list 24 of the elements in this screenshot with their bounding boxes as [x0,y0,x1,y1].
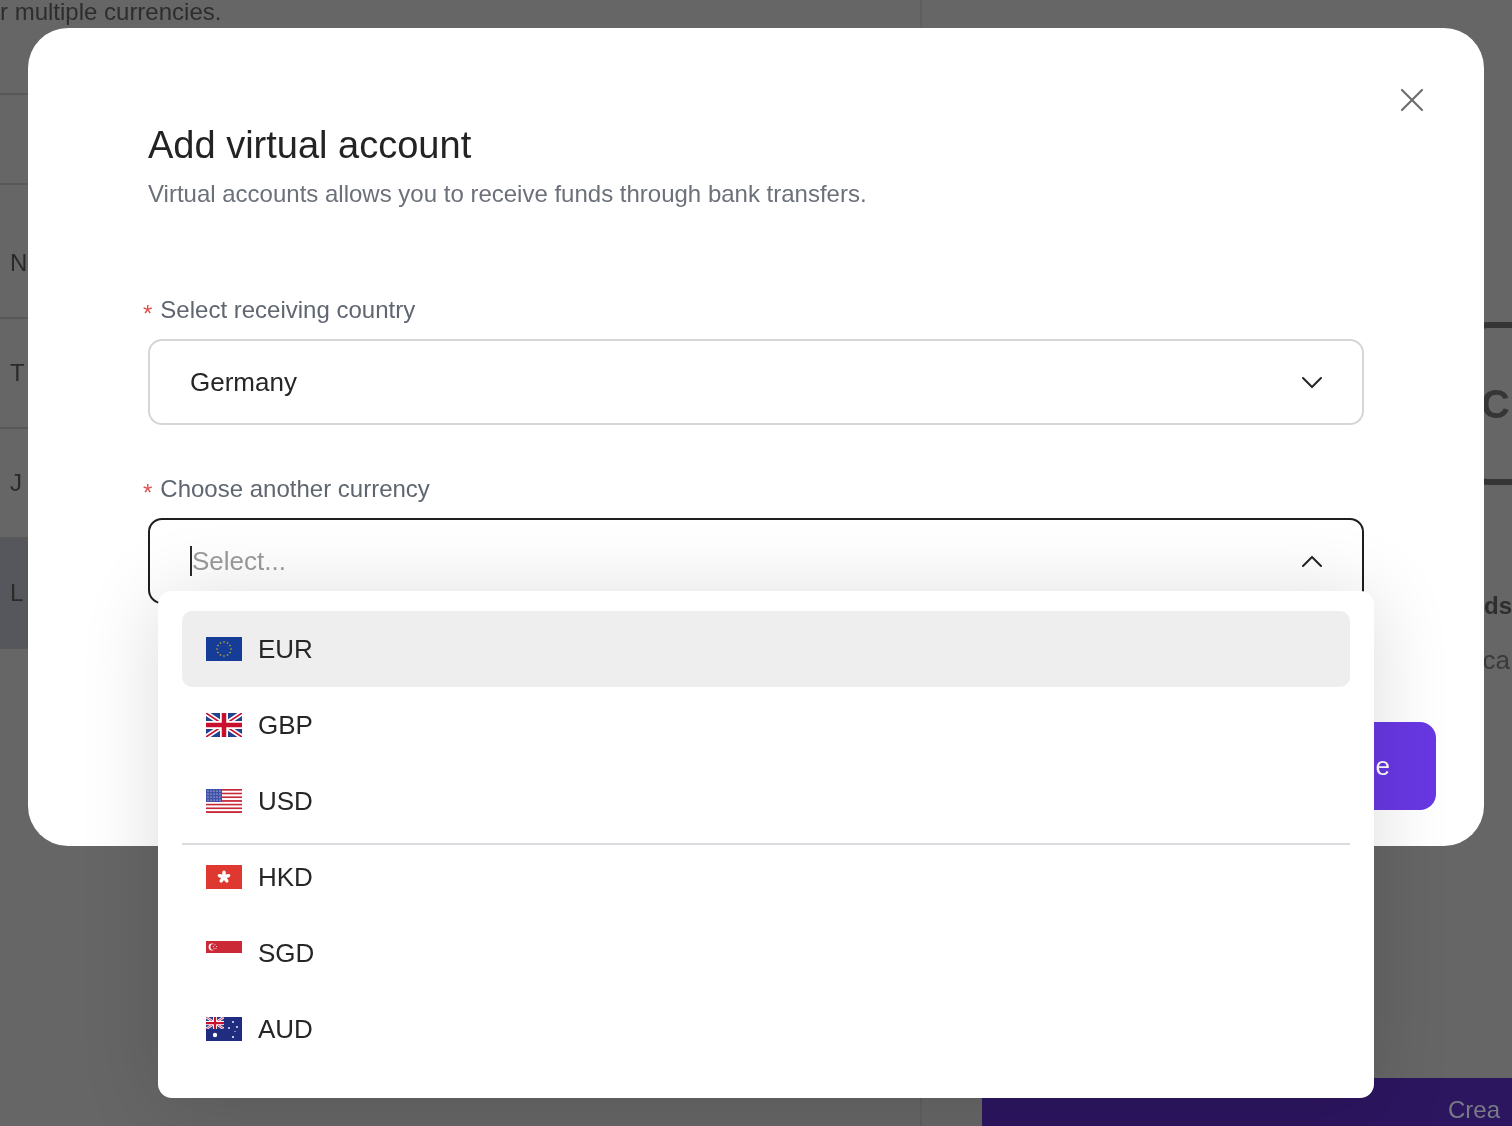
modal-subtitle: Virtual accounts allows you to receive funds through bank transfers. [148,179,867,209]
field-label: Choose another currency [160,474,430,504]
intro-text: r multiple currencies. [0,0,222,24]
dropdown-option[interactable]: EUR [182,611,1350,687]
dropdown-option[interactable]: HKD [182,839,1350,915]
close-icon [1400,88,1424,112]
table-cell: N [10,248,28,278]
singapore-flag-icon [206,941,242,953]
dropdown-option[interactable]: AUD [182,991,1350,1067]
us-flag-icon [206,789,242,813]
australia-flag-icon [206,1017,242,1041]
dropdown-option[interactable]: SGD [182,915,1350,991]
table-cell: T [10,358,25,388]
hong-kong-flag-icon [206,865,242,889]
required-mark: * [143,299,153,325]
panel-heading: ds [1484,591,1512,621]
close-button[interactable] [1400,88,1424,112]
field-label: Select receiving country [160,295,416,325]
eu-flag-icon [206,637,242,661]
table-cell: J [10,468,22,498]
select-field[interactable]: Germany [148,339,1364,425]
required-mark: * [143,478,153,504]
uk-flag-icon [206,713,242,737]
modal-title: Add virtual account [148,123,472,168]
